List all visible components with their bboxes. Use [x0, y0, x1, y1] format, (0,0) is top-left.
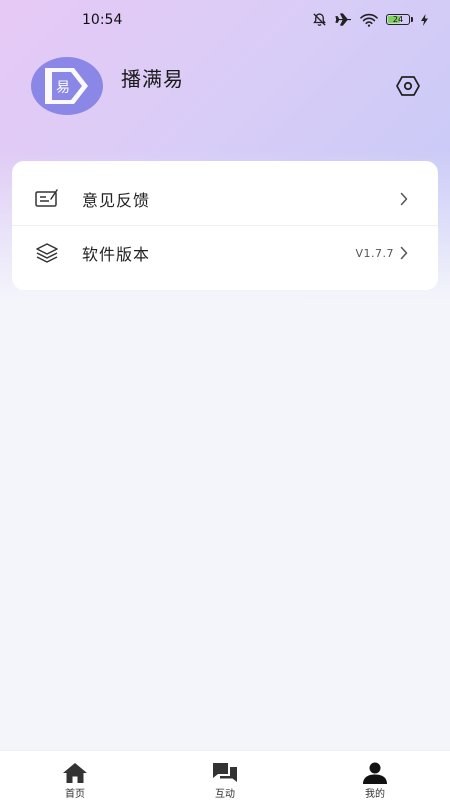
- menu-item-feedback[interactable]: 意见反馈: [12, 172, 438, 226]
- bottom-navigation: 首页 互动 我的: [0, 750, 450, 801]
- layers-icon: [36, 243, 58, 263]
- user-icon: [363, 762, 387, 784]
- chat-icon: [213, 763, 237, 782]
- app-version: V1.7.7: [355, 246, 394, 260]
- nav-tab-label: 首页: [65, 789, 85, 800]
- nav-tab-label: 互动: [215, 789, 235, 800]
- charging-bolt-icon: [421, 13, 428, 26]
- menu-item-version[interactable]: 软件版本 V1.7.7: [12, 226, 438, 280]
- bell-off-icon: [313, 13, 326, 26]
- battery-tip: [411, 17, 413, 22]
- app-name: 播满易: [121, 67, 184, 91]
- nav-tab-interact[interactable]: 互动: [185, 751, 265, 801]
- menu-item-label: 软件版本: [82, 245, 151, 264]
- nav-tab-home[interactable]: 首页: [35, 751, 115, 801]
- home-icon: [63, 763, 87, 783]
- battery-level: 24: [392, 14, 404, 24]
- airplane-icon: [335, 13, 351, 26]
- nav-tab-mine[interactable]: 我的: [335, 751, 415, 801]
- chevron-right-icon: [400, 246, 408, 260]
- battery-indicator: 24: [386, 14, 410, 25]
- settings-menu-card: 意见反馈 软件版本 V1.7.7: [12, 161, 438, 290]
- chevron-right-icon: [400, 192, 408, 206]
- menu-item-label: 意见反馈: [82, 191, 151, 210]
- wifi-icon: [360, 13, 378, 27]
- settings-hexagon-icon: [396, 76, 420, 96]
- nav-tab-label: 我的: [365, 789, 385, 800]
- status-time: 10:54: [82, 12, 123, 28]
- status-icons: 24: [312, 12, 428, 27]
- menu-item-trailing: V1.7.7: [355, 246, 408, 260]
- app-logo: 易: [30, 56, 104, 116]
- status-bar: 10:54 24: [0, 0, 450, 40]
- play-logo-icon: 易: [31, 57, 103, 115]
- settings-button[interactable]: [395, 74, 421, 98]
- menu-item-trailing: [394, 192, 408, 206]
- feedback-icon: [35, 189, 58, 207]
- logo-glyph: 易: [56, 80, 70, 96]
